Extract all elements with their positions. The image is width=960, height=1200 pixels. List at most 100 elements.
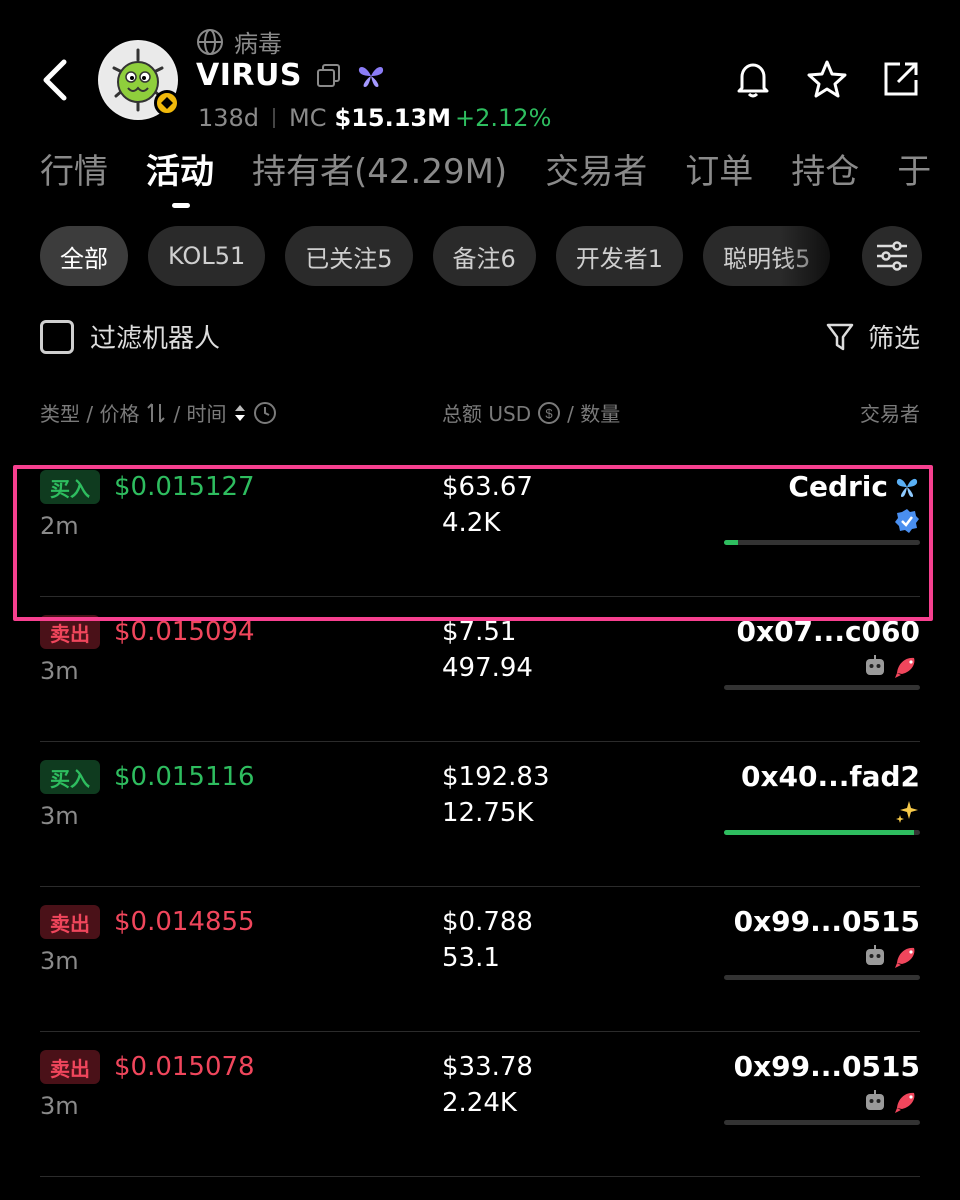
trade-qty: 2.24K [442,1088,517,1118]
trader-tags [862,653,920,679]
trader-name[interactable]: 0x40...fad2 [741,760,920,793]
token-header: 病毒 VIRUS 138d MC $15.13M +2.12% [0,0,960,140]
trader-name[interactable]: 0x99...0515 [734,1050,920,1083]
tab-orders[interactable]: 订单 [685,144,753,193]
token-age: 138d [198,104,260,132]
trade-qty: 497.94 [442,653,533,683]
col-trader-label: 交易者 [860,402,920,426]
trade-usd: $192.83 [442,762,550,792]
bot-icon [866,655,884,675]
chain-badge-icon [154,90,180,116]
back-arrow-icon[interactable] [36,56,76,104]
fish-icon [895,947,915,968]
chip-developer[interactable]: 开发者1 [555,226,684,286]
trader-progress-bar [724,1120,920,1125]
share-icon[interactable] [880,58,922,100]
trade-age: 3m [40,1092,79,1120]
trade-age: 3m [40,657,79,685]
trader-progress-bar [724,975,920,980]
tab-traders[interactable]: 交易者 [545,144,647,193]
trader-tags [894,798,920,824]
col-type-price-label: 类型 / 价格 [40,402,140,426]
chip-all[interactable]: 全部 [40,226,128,286]
token-name: VIRUS [196,58,302,93]
trader-tags [862,943,920,969]
col-head-trader: 交易者 [860,398,920,427]
trade-row[interactable]: 买入 $0.015116 3m $192.83 12.75K 0x40...fa… [40,742,920,887]
token-subname: 病毒 [234,30,282,58]
trade-price: $0.015094 [114,617,255,647]
row-highlight-frame [13,465,933,621]
col-head-amount: 总额 USD $ / 数量 [442,398,620,427]
currency-switch-icon[interactable]: $ [537,401,561,425]
trader-label: 0x40...fad2 [740,760,920,793]
mc-label: MC [289,104,327,132]
token-subname-row: 病毒 [196,24,282,59]
trade-row[interactable]: 卖出 $0.014855 3m $0.788 53.1 0x99...0515 [40,887,920,1032]
stat-divider [273,108,276,128]
sift-label: 筛选 [867,324,920,354]
swap-sort-icon[interactable] [145,402,167,424]
trade-usd: $0.788 [442,907,533,937]
chip-fade-overlay [780,226,860,286]
trade-type-badge: 卖出 [40,1050,100,1084]
trade-age: 3m [40,802,79,830]
trader-label: 0x99...0515 [733,905,920,938]
mc-change: +2.12% [455,104,552,132]
sift-button[interactable]: 筛选 [826,318,920,355]
active-tab-indicator [172,203,190,208]
trade-age: 3m [40,947,79,975]
tab-activity[interactable]: 活动 [146,144,214,193]
col-head-type: 类型 / 价格 / 时间 [40,398,277,427]
sparkles-icon [896,801,918,823]
trader-progress-bar [724,830,920,835]
bot-icon [866,1090,884,1110]
trade-price: $0.015116 [114,762,255,792]
trade-type-badge: 买入 [40,760,100,794]
clock-icon[interactable] [253,401,277,425]
svg-text:$: $ [545,406,553,421]
chip-kol[interactable]: KOL51 [148,226,266,286]
trade-row[interactable]: 卖出 $0.015078 3m $33.78 2.24K 0x99...0515 [40,1032,920,1177]
trade-qty: 53.1 [442,943,500,973]
butterfly-icon [358,66,384,87]
copy-icon[interactable] [316,63,342,89]
trade-usd: $33.78 [442,1052,533,1082]
trade-type-badge: 卖出 [40,905,100,939]
funnel-icon [826,323,854,350]
trade-price: $0.015078 [114,1052,255,1082]
token-name-row: VIRUS [196,58,386,93]
filter-bots-checkbox[interactable] [40,319,74,354]
filter-bots-label: 过滤机器人 [90,324,221,354]
trader-progress-bar [724,685,920,690]
token-stats: 138d MC $15.13M +2.12% [198,104,551,132]
col-time-label: / 时间 [173,402,227,426]
sliders-icon [877,241,907,271]
filter-bots-toggle[interactable]: 过滤机器人 [40,318,220,355]
chip-notes[interactable]: 备注6 [432,226,536,286]
trade-usd: $7.51 [442,617,517,647]
fish-icon [895,1092,915,1113]
trade-qty: 12.75K [442,798,534,828]
col-amount-label: 总额 USD [442,402,532,426]
bell-icon[interactable] [732,58,774,100]
globe-icon[interactable] [196,28,224,56]
tab-more[interactable]: 于 [897,144,931,193]
star-icon[interactable] [806,58,848,100]
tab-holders[interactable]: 持有者(42.29M) [252,144,507,193]
main-tabs: 行情 活动 持有者(42.29M) 交易者 订单 持仓 于 [40,144,960,193]
sort-toggle-icon[interactable] [233,402,247,424]
chip-followed[interactable]: 已关注5 [285,226,413,286]
bot-icon [866,945,884,965]
tab-market[interactable]: 行情 [40,144,108,193]
trader-label: 0x99...0515 [733,1050,920,1083]
token-avatar [98,40,180,120]
tab-positions[interactable]: 持仓 [791,144,859,193]
trade-price: $0.014855 [114,907,255,937]
filter-settings-button[interactable] [862,226,922,286]
fish-icon [895,657,915,678]
trader-tags [862,1088,920,1114]
mc-value: $15.13M [334,104,452,132]
trader-progress-fill [724,830,915,835]
trader-name[interactable]: 0x99...0515 [734,905,920,938]
